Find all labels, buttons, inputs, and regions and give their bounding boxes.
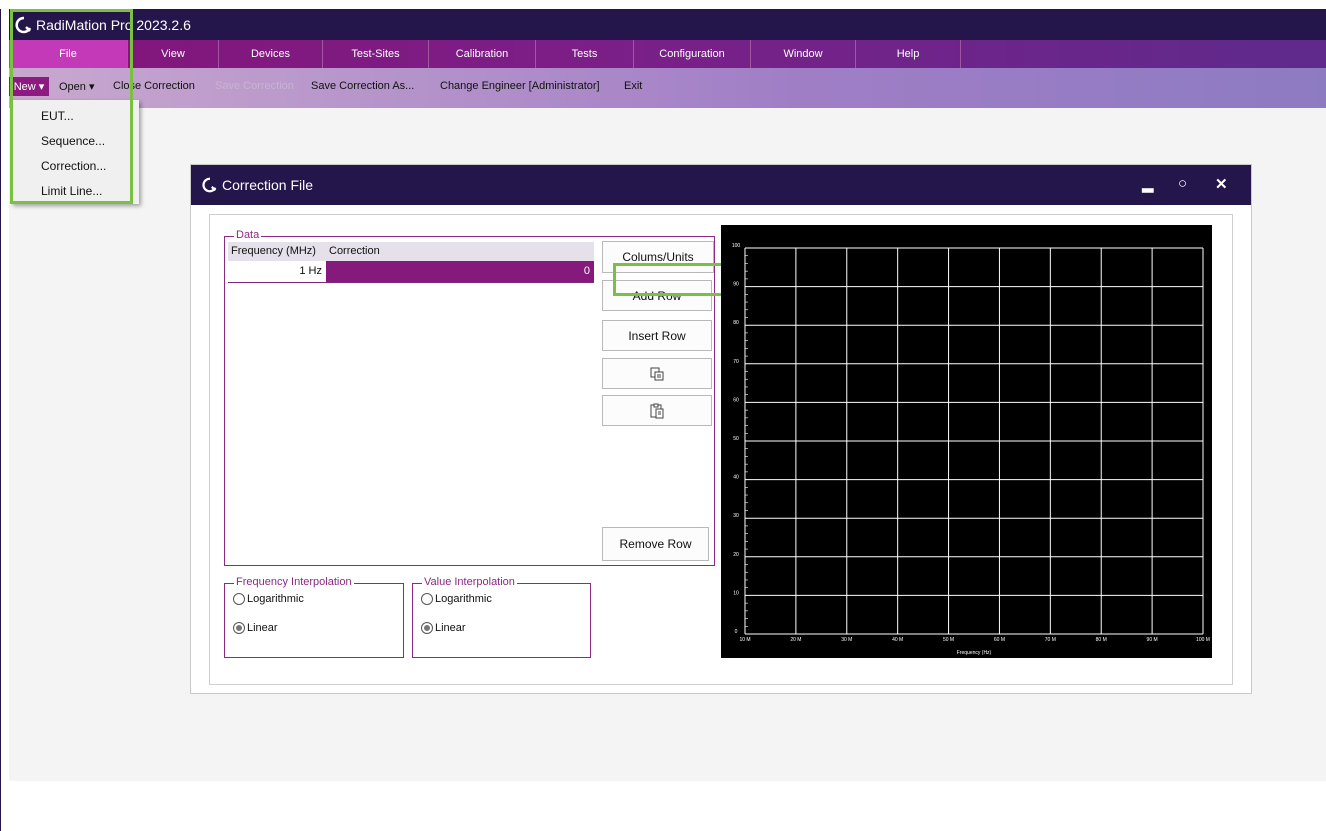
app-titlebar: RadiMation Pro 2023.2.6 xyxy=(9,9,1326,40)
y-tick-label: 60 xyxy=(733,397,739,403)
x-tick-label: 40 M xyxy=(892,637,903,643)
chart-svg: 10 M 20 M 30 M 40 M 50 M 60 M 70 M 80 M 90 M 100 … xyxy=(732,243,1210,656)
x-tick-label: 100 M xyxy=(1196,637,1210,643)
x-tick-label: 80 M xyxy=(1096,637,1107,643)
data-grid-header: Frequency (MHz) Correction xyxy=(228,242,594,261)
freq-linear-radio[interactable] xyxy=(233,622,245,634)
window-left-border xyxy=(0,9,1,831)
data-group-label: Data xyxy=(234,229,262,241)
menu-test-sites[interactable]: Test-Sites xyxy=(323,40,429,68)
radimation-logo-icon xyxy=(202,177,217,193)
freq-logarithmic-label: Logarithmic xyxy=(247,593,304,605)
x-tick-label: 30 M xyxy=(841,637,852,643)
x-tick-label: 20 M xyxy=(790,637,801,643)
menu-window[interactable]: Window xyxy=(751,40,856,68)
dialog-title: Correction File xyxy=(222,177,314,193)
column-header-frequency[interactable]: Frequency (MHz) xyxy=(231,245,316,257)
save-correction-button[interactable]: Save Correction xyxy=(215,80,294,92)
menu-help[interactable]: Help xyxy=(856,40,961,68)
y-tick-label: 50 xyxy=(733,436,739,442)
highlight-box-add-row xyxy=(613,263,734,296)
x-axis-title: Frequency (Hz) xyxy=(957,650,992,656)
menu-view[interactable]: View xyxy=(128,40,219,68)
value-logarithmic-radio[interactable] xyxy=(421,593,433,605)
y-tick-label: 40 xyxy=(733,475,739,481)
frequency-interpolation-label: Frequency Interpolation xyxy=(234,576,354,588)
paste-icon xyxy=(650,403,664,418)
table-row[interactable]: 1 Hz 0 xyxy=(228,261,594,283)
y-tick-label: 30 xyxy=(733,513,739,519)
menu-calibration[interactable]: Calibration xyxy=(429,40,536,68)
menu-tests[interactable]: Tests xyxy=(536,40,634,68)
highlight-box-file-new xyxy=(10,9,133,204)
cell-frequency[interactable]: 1 Hz xyxy=(228,261,326,282)
value-interpolation-label: Value Interpolation xyxy=(422,576,517,588)
x-tick-label: 90 M xyxy=(1147,637,1158,643)
cell-correction[interactable]: 0 xyxy=(326,261,594,282)
insert-row-button[interactable]: Insert Row xyxy=(602,320,712,351)
y-tick-label: 20 xyxy=(733,552,739,558)
exit-button[interactable]: Exit xyxy=(624,80,642,92)
x-tick-label: 60 M xyxy=(994,637,1005,643)
x-tick-label: 50 M xyxy=(943,637,954,643)
file-ribbon: New ▾ Open ▾ Close Correction Save Corre… xyxy=(9,68,1326,108)
y-tick-label: 70 xyxy=(733,359,739,365)
y-tick-label: 90 xyxy=(733,282,739,288)
maximize-icon[interactable]: ○ xyxy=(1178,175,1187,192)
close-icon[interactable]: ✕ xyxy=(1215,175,1228,193)
x-tick-label: 70 M xyxy=(1045,637,1056,643)
x-tick-label: 10 M xyxy=(739,637,750,643)
y-tick-label: 0 xyxy=(735,629,738,635)
save-correction-as-button[interactable]: Save Correction As... xyxy=(311,80,414,92)
freq-logarithmic-radio[interactable] xyxy=(233,593,245,605)
freq-linear-label: Linear xyxy=(247,622,278,634)
copy-icon xyxy=(650,367,664,380)
value-interpolation-groupbox: Value Interpolation Logarithmic Linear xyxy=(412,576,591,658)
change-engineer-button[interactable]: Change Engineer [Administrator] xyxy=(440,80,600,92)
remove-row-button[interactable]: Remove Row xyxy=(602,527,709,561)
y-tick-label: 100 xyxy=(732,243,741,249)
copy-button[interactable] xyxy=(602,358,712,389)
menu-devices[interactable]: Devices xyxy=(219,40,323,68)
minimize-icon[interactable]: ▂ xyxy=(1142,175,1154,193)
main-menubar: File View Devices Test-Sites Calibration… xyxy=(9,40,1326,68)
menu-configuration[interactable]: Configuration xyxy=(634,40,751,68)
y-tick-label: 80 xyxy=(733,320,739,326)
value-logarithmic-label: Logarithmic xyxy=(435,593,492,605)
paste-button[interactable] xyxy=(602,395,712,426)
value-linear-label: Linear xyxy=(435,622,466,634)
dialog-titlebar: Correction File ▂ ○ ✕ xyxy=(191,165,1251,205)
value-linear-radio[interactable] xyxy=(421,622,433,634)
frequency-interpolation-groupbox: Frequency Interpolation Logarithmic Line… xyxy=(224,576,404,658)
correction-chart: 10 M 20 M 30 M 40 M 50 M 60 M 70 M 80 M 90 M 100 … xyxy=(721,225,1212,658)
column-header-correction[interactable]: Correction xyxy=(329,245,380,257)
y-tick-label: 10 xyxy=(733,590,739,596)
